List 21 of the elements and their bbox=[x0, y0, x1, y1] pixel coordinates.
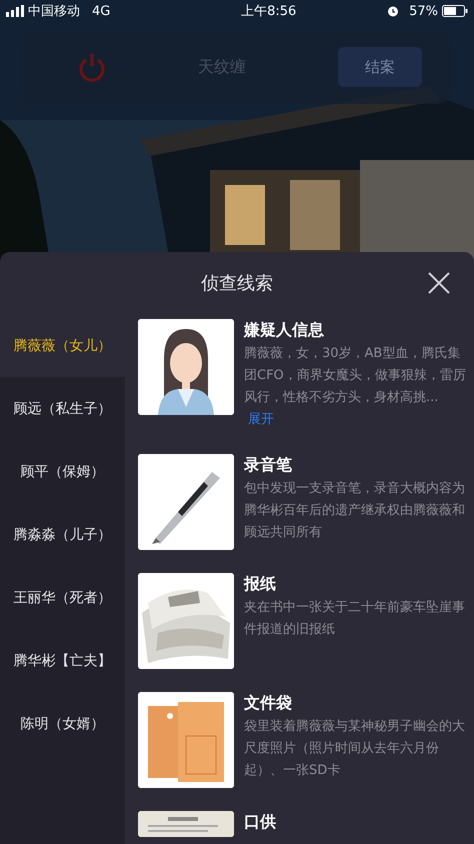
close-case-button[interactable]: 结案 bbox=[338, 47, 422, 87]
carrier-name: 中国移动 bbox=[28, 3, 80, 20]
clue-description: 夹在书中一张关于二十年前豪车坠崖事件报道的旧报纸 bbox=[244, 599, 466, 639]
clock-time: 上午8:56 bbox=[241, 3, 296, 20]
clue-title: 嫌疑人信息 bbox=[244, 319, 325, 341]
close-button[interactable] bbox=[426, 270, 452, 296]
clue-description: 腾薇薇，女，30岁，AB型血，腾氏集团CFO，商界女魔头，做事狠辣，雷厉风行，性格不劣方头，身材高挑... 展开 bbox=[244, 345, 466, 429]
battery-icon bbox=[442, 5, 468, 17]
clue-title: 报纸 bbox=[244, 573, 277, 595]
clue-title: 文件袋 bbox=[244, 692, 293, 714]
expand-link[interactable]: 展开 bbox=[248, 412, 274, 427]
alarm-icon bbox=[387, 5, 400, 17]
suspect-tab[interactable]: 腾薇薇（女儿） bbox=[0, 314, 125, 377]
sheet-title: 侦查线索 bbox=[201, 272, 273, 295]
clue-description: 包中发现一支录音笔，录音大概内容为腾华彬百年后的遗产继承权由腾薇薇和顾远共同所有 bbox=[244, 480, 466, 542]
signal-icon bbox=[6, 5, 24, 17]
clue-description: 袋里装着腾薇薇与某神秘男子幽会的大尺度照片（照片时间从去年六月份起）、一张SD卡 bbox=[244, 718, 466, 780]
battery-percent: 57% bbox=[409, 4, 438, 18]
clue-title: 录音笔 bbox=[244, 454, 293, 476]
network-type: 4G bbox=[92, 4, 110, 18]
clue-title: 口供 bbox=[244, 811, 277, 833]
